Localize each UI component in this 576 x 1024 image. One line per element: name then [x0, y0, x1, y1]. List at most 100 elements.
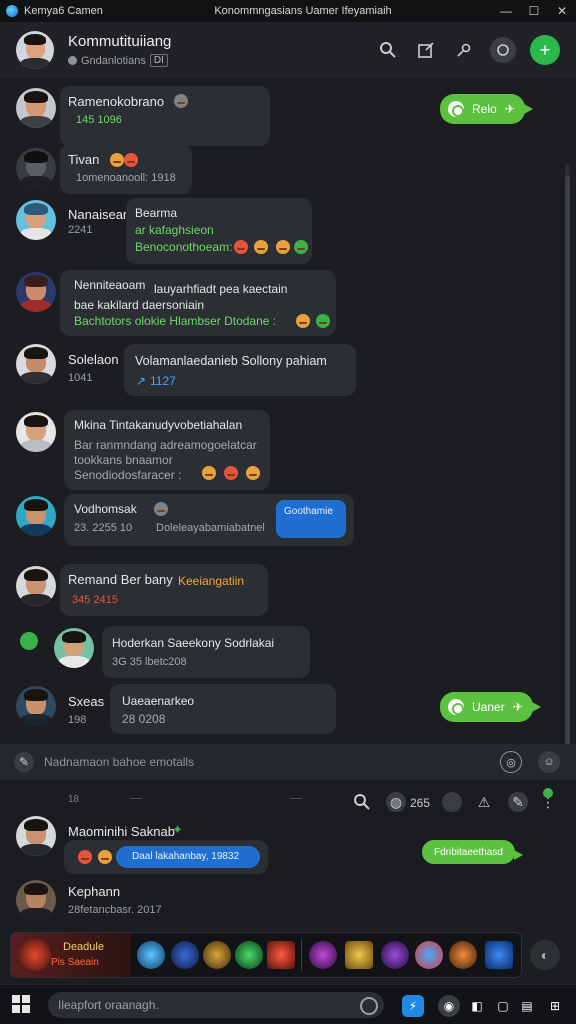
scrollbar[interactable] — [565, 164, 570, 784]
globe-icon[interactable]: ◍ — [386, 792, 406, 812]
avatar[interactable] — [16, 272, 56, 312]
status-icon — [448, 699, 464, 715]
message-bubble[interactable]: Mkina Tintakanudyvobetiahalan Bar ranmnd… — [64, 410, 270, 490]
sticker-icon[interactable] — [415, 941, 443, 969]
avatar[interactable] — [16, 880, 56, 920]
sticker-icon[interactable] — [137, 941, 165, 969]
chat-tag: DI — [149, 54, 168, 67]
message-line: lauyarhfiadt pea kaectain — [154, 282, 288, 296]
avatar[interactable] — [16, 686, 56, 726]
message-bubble[interactable]: Vodhomsak 23. 2255 10 Doleleayabamiabatn… — [64, 494, 354, 546]
emoji-icon — [202, 466, 216, 480]
mention-pill[interactable]: Daal lakahanbay, 19832 — [116, 846, 260, 868]
sender-name: Remand Ber bany — [68, 572, 173, 587]
message-meta: 1041 — [68, 372, 93, 384]
settings-icon[interactable] — [490, 37, 516, 63]
divider — [130, 798, 142, 799]
emoji-icon — [254, 240, 268, 254]
message-meta: 1omenoanooll: 1918 — [76, 172, 176, 184]
message-bubble[interactable]: Hoderkan Saeekony Sodrlakai 3G 35 lbetc2… — [102, 626, 310, 678]
sticker-icon[interactable] — [345, 941, 373, 969]
emoji-picker-icon[interactable]: ◎ — [500, 751, 522, 773]
status-icon — [20, 632, 38, 650]
avatar[interactable] — [16, 566, 56, 606]
emoji-icon — [246, 466, 260, 480]
avatar[interactable] — [16, 148, 56, 188]
message-bubble[interactable]: Volamanlaedanieb Sollony pahiam 1127 ↗ — [124, 344, 356, 396]
message-bubble[interactable]: Uaeaenarkeo 28 0208 — [110, 684, 336, 734]
sticker-settings-icon[interactable]: ◐ — [530, 940, 560, 970]
avatar[interactable] — [54, 628, 94, 668]
sticker-promo[interactable]: Deadule Pis Saeain — [11, 933, 131, 977]
link-icon: ↗ — [136, 374, 147, 388]
sticker-tray[interactable]: Deadule Pis Saeain — [10, 932, 522, 978]
window-icon[interactable]: ▢ — [492, 995, 514, 1017]
emoji-icon — [296, 314, 310, 328]
emoji-icon — [316, 314, 330, 328]
cortana-icon[interactable] — [360, 997, 378, 1015]
task-view-icon[interactable]: ◧ — [466, 995, 488, 1017]
message-input[interactable]: Nadnamaon bahoe emotalls — [44, 755, 500, 769]
message-list[interactable]: Ramenokobrano 145 1096 Relo ✈ Tivan 1ome… — [0, 78, 576, 784]
avatar[interactable] — [16, 816, 56, 856]
pen-icon[interactable]: ✎ — [508, 792, 528, 812]
pane-label: 18 — [68, 794, 80, 805]
taskbar-search-input[interactable]: Ileapfort oraanagh. — [48, 992, 384, 1018]
sticker-icon[interactable] — [485, 941, 513, 969]
reaction-chip[interactable]: Uaner ✈ — [440, 692, 541, 722]
sticker-icon[interactable] — [203, 941, 231, 969]
sticker-icon[interactable] — [235, 941, 263, 969]
message-line: Uaeaenarkeo — [122, 694, 195, 708]
sender-name: Nenniteaoam — [74, 278, 146, 292]
window-titlebar: Kemya6 Camen Konommngasians Uamer Ifeyam… — [0, 0, 576, 22]
maximize-button[interactable]: ☐ — [520, 4, 548, 18]
add-icon[interactable]: + — [530, 35, 560, 65]
attach-icon[interactable]: ✎ — [14, 752, 34, 772]
reply-chip[interactable]: Fdribitaeethasd — [422, 840, 523, 864]
link-preview[interactable]: Goothamie — [276, 500, 346, 538]
app-icon[interactable]: ⚡ — [402, 995, 424, 1017]
close-button[interactable]: ✕ — [548, 4, 576, 18]
avatar[interactable] — [16, 412, 56, 452]
compose-icon[interactable] — [414, 38, 438, 62]
message-bubble[interactable]: Remand Ber bany Keeiangatiin 345 2415 — [60, 564, 268, 616]
avatar[interactable] — [16, 200, 56, 240]
browser-icon[interactable]: ◉ — [438, 995, 460, 1017]
files-icon[interactable]: ▤ — [516, 995, 538, 1017]
sticker-icon[interactable] — [381, 941, 409, 969]
dragon-icon — [19, 939, 51, 971]
message-bubble[interactable]: Nenniteaoam lauyarhfiadt pea kaectain ba… — [60, 270, 336, 336]
sticker-icon[interactable] — [449, 941, 477, 969]
search-icon[interactable] — [376, 38, 400, 62]
avatar[interactable] — [16, 344, 56, 384]
message-meta: 345 2415 — [72, 594, 118, 606]
message-bubble[interactable]: Ramenokobrano 145 1096 — [60, 86, 270, 146]
alert-icon[interactable]: ⚠ — [474, 792, 494, 812]
sticker-icon[interactable] — [267, 941, 295, 969]
voice-icon[interactable]: ☺ — [538, 751, 560, 773]
message-bubble[interactable]: Daal lakahanbay, 19832 — [64, 840, 268, 874]
sticker-icon[interactable] — [309, 941, 337, 969]
search-icon[interactable] — [352, 792, 372, 812]
record-icon[interactable] — [442, 792, 462, 812]
sticker-icon[interactable] — [171, 941, 199, 969]
store-icon[interactable]: ⊞ — [544, 995, 566, 1017]
scrollbar-thumb[interactable] — [565, 176, 570, 776]
message-bubble[interactable]: Tivan 1omenoanooll: 1918 — [60, 144, 192, 194]
message-line: Bar ranmndang adreamogoelatcar — [74, 438, 257, 452]
secondary-pane: 18 ◍ 265 ⚠ ✎ ⋮ Maominihi Saknab ✦ Daal l… — [0, 780, 576, 930]
mention-label: Daal lakahanbay, 19832 — [132, 851, 240, 862]
chat-title[interactable]: Kommutituiiang — [68, 33, 376, 50]
online-dot — [543, 788, 553, 798]
start-menu-icon[interactable] — [12, 995, 30, 1013]
chat-avatar[interactable] — [16, 31, 54, 69]
avatar[interactable] — [16, 496, 56, 536]
message-line: 28 0208 — [122, 712, 166, 726]
pin-icon[interactable] — [452, 38, 476, 62]
minimize-button[interactable]: — — [492, 4, 520, 18]
avatar[interactable] — [16, 88, 56, 128]
sender-name: Solelaon — [68, 352, 119, 367]
status-icon — [448, 101, 464, 117]
reaction-chip[interactable]: Relo ✈ — [440, 94, 533, 124]
message-bubble[interactable]: Bearma ar kafaghsieon Benoconothoeam: — [126, 198, 312, 264]
